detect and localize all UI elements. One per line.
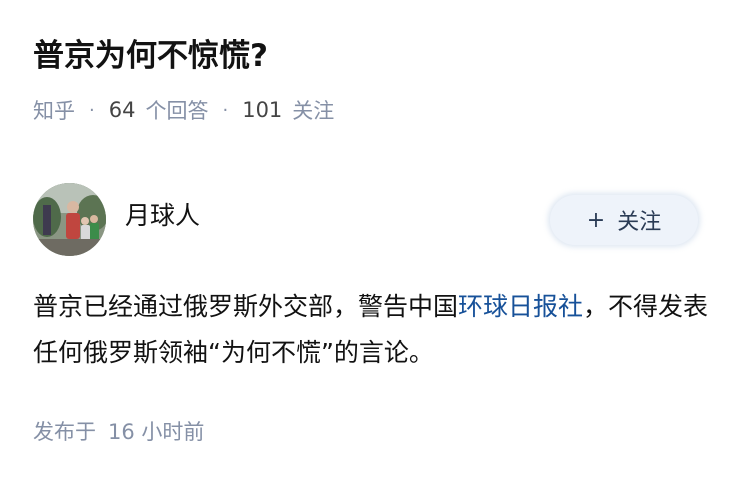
meta-separator: · bbox=[222, 99, 229, 121]
answers-label[interactable]: 个回答 bbox=[145, 95, 208, 125]
followers-count: 101 bbox=[242, 98, 283, 122]
follow-label: 关注 bbox=[617, 210, 662, 235]
followers-label: 关注 bbox=[292, 99, 335, 123]
author-row: 月球人 + 关注 bbox=[33, 183, 703, 259]
avatar-image bbox=[33, 183, 106, 256]
entity-link[interactable]: 环球日报社 bbox=[458, 292, 583, 321]
answer-text: 普京已经通过俄罗斯外交部，警告中国 bbox=[33, 292, 459, 321]
follow-button[interactable]: + 关注 bbox=[550, 195, 698, 245]
avatar[interactable] bbox=[33, 183, 106, 256]
question-meta: 知乎 · 64 个回答 · 101 关注 bbox=[33, 94, 334, 126]
source-label[interactable]: 知乎 bbox=[33, 95, 75, 125]
meta-separator: · bbox=[89, 99, 95, 121]
published-label: 发布于 bbox=[33, 420, 96, 444]
answer-content: 普京已经通过俄罗斯外交部，警告中国环球日报社，不得发表任何俄罗斯领袖“为何不慌”… bbox=[33, 284, 723, 376]
publish-info: 发布于 16 小时前 bbox=[33, 416, 216, 446]
published-time: 16 小时前 bbox=[108, 420, 205, 444]
plus-icon: + bbox=[586, 207, 606, 233]
answers-count: 64 bbox=[108, 98, 136, 122]
question-title[interactable]: 普京为何不惊慌? bbox=[33, 34, 268, 78]
author-name[interactable]: 月球人 bbox=[125, 199, 200, 233]
